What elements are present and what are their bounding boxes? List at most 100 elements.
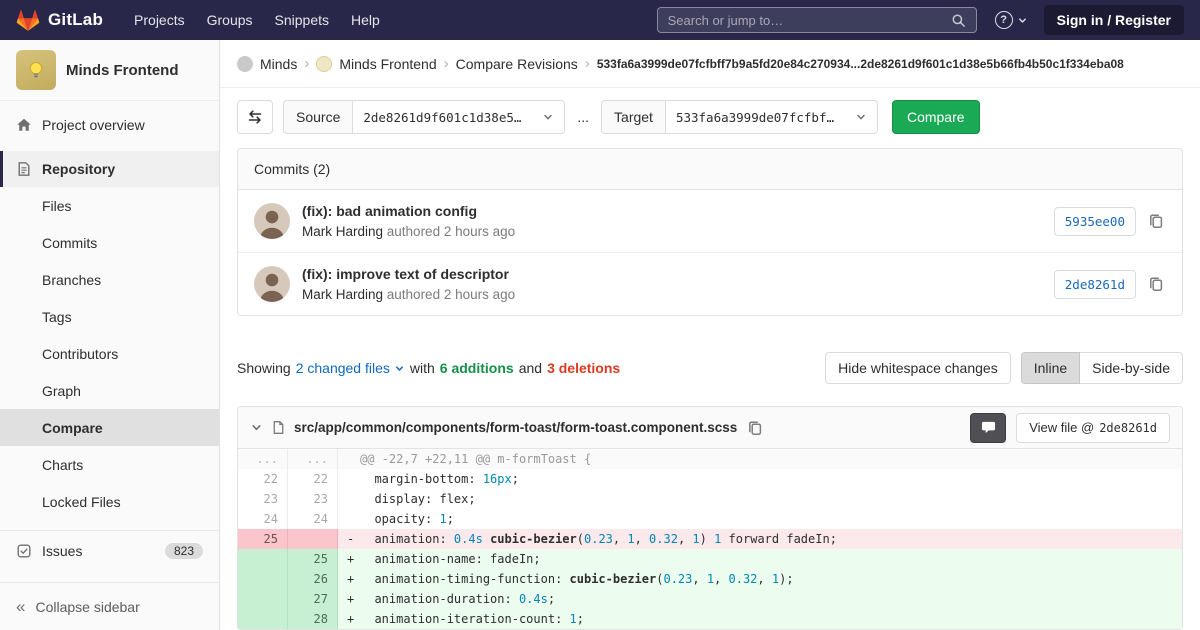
help-menu[interactable]: ? <box>995 11 1028 29</box>
copy-commit-sha-button[interactable] <box>1146 211 1166 231</box>
diff-line: 25+ animation-name: fadeIn; <box>238 549 1182 569</box>
commit-sha[interactable]: 2de8261d <box>1054 270 1136 299</box>
diff-new-line-number[interactable]: 24 <box>288 509 338 529</box>
breadcrumb-link-minds-frontend[interactable]: Minds Frontend <box>339 56 436 72</box>
code-token: cubic-bezier <box>570 572 657 586</box>
commits-list: (fix): bad animation configMark Harding … <box>238 190 1182 315</box>
code-token: animation-name: fadeIn; <box>360 552 541 566</box>
commit-title-link[interactable]: (fix): improve text of descriptor <box>302 266 515 282</box>
diff-line-code: animation-name: fadeIn; <box>360 552 541 566</box>
gitlab-home-link[interactable]: GitLab <box>16 9 103 32</box>
commit-actions: 5935ee00 <box>1054 207 1166 236</box>
swap-revisions-button[interactable] <box>237 100 273 134</box>
side-by-side-view-button[interactable]: Side-by-side <box>1080 352 1183 384</box>
diff-line: 2424 opacity: 1; <box>238 509 1182 529</box>
diff-old-line-number[interactable]: 25 <box>238 529 288 549</box>
copy-commit-sha-button[interactable] <box>1146 274 1166 294</box>
diff-new-line-number[interactable]: 27 <box>288 589 338 609</box>
compare-form: Source 2de8261d9f601c1d38e5… ... Target … <box>237 100 1183 134</box>
code-token: 16px <box>483 472 512 486</box>
document-icon <box>16 161 32 177</box>
collapse-diff-chevron-icon[interactable] <box>250 421 263 434</box>
code-token: , <box>613 532 627 546</box>
commit-title-link[interactable]: (fix): bad animation config <box>302 203 515 219</box>
lightbulb-icon <box>25 59 47 81</box>
nav-link-projects[interactable]: Projects <box>123 0 196 40</box>
commits-panel-header: Commits (2) <box>238 149 1182 190</box>
stats-with-label: with <box>410 360 435 376</box>
commit-sha[interactable]: 5935ee00 <box>1054 207 1136 236</box>
breadcrumb-link-compare-revisions[interactable]: Compare Revisions <box>456 56 578 72</box>
commit-author-link[interactable]: Mark Harding <box>302 287 383 302</box>
nav-link-help[interactable]: Help <box>340 0 391 40</box>
search-input[interactable] <box>668 13 951 28</box>
nav-link-groups[interactable]: Groups <box>196 0 264 40</box>
code-token: animation: <box>360 532 454 546</box>
commit-author-link[interactable]: Mark Harding <box>302 224 383 239</box>
breadcrumb: Minds›Minds Frontend›Compare Revisions› … <box>220 40 1200 88</box>
sidebar-item-project-overview[interactable]: Project overview <box>0 107 219 143</box>
project-name: Minds Frontend <box>66 62 179 79</box>
diff-line-content: + animation-iteration-count: 1; <box>338 609 1182 629</box>
code-token: cubic-bezier <box>490 532 577 546</box>
source-ref-dropdown[interactable]: 2de8261d9f601c1d38e5… <box>353 100 565 134</box>
sidebar-item-branches[interactable]: Branches <box>0 261 219 298</box>
changed-files-dropdown[interactable]: 2 changed files <box>296 360 405 376</box>
diff-line: 28+ animation-iteration-count: 1; <box>238 609 1182 629</box>
diff-old-line-number[interactable]: 22 <box>238 469 288 489</box>
changed-files-count: 2 changed files <box>296 360 390 376</box>
copy-file-path-button[interactable] <box>745 418 765 438</box>
diff-old-line-number[interactable]: 23 <box>238 489 288 509</box>
code-token: 1 <box>707 572 714 586</box>
collapse-sidebar-button[interactable]: « Collapse sidebar <box>0 582 219 630</box>
diff-new-line-number[interactable]: 26 <box>288 569 338 589</box>
navbar-links: ProjectsGroupsSnippetsHelp <box>123 0 391 40</box>
diff-line: 2222 margin-bottom: 16px; <box>238 469 1182 489</box>
diff-new-line-number[interactable]: 25 <box>288 549 338 569</box>
code-token: 1 <box>692 532 699 546</box>
diff-stats-text: Showing 2 changed files with 6 additions… <box>237 360 620 376</box>
code-token: 0.32 <box>649 532 678 546</box>
sidebar-item-issues[interactable]: Issues 823 <box>0 531 219 571</box>
issues-count-badge: 823 <box>165 543 203 559</box>
sidebar-item-charts[interactable]: Charts <box>0 446 219 483</box>
diff-new-line-number[interactable]: 22 <box>288 469 338 489</box>
nav-link-snippets[interactable]: Snippets <box>264 0 340 40</box>
target-ref-dropdown[interactable]: 533fa6a3999de07fcfbf… <box>666 100 878 134</box>
sidebar-item-repository[interactable]: Repository <box>0 151 219 187</box>
sidebar-item-compare[interactable]: Compare <box>0 409 219 446</box>
hide-whitespace-button[interactable]: Hide whitespace changes <box>825 352 1011 384</box>
toggle-comments-button[interactable] <box>970 413 1006 443</box>
diff-new-line-number[interactable]: 28 <box>288 609 338 629</box>
diff-new-line-number[interactable]: 23 <box>288 489 338 509</box>
sidebar-item-tags[interactable]: Tags <box>0 298 219 335</box>
diff-stats-bar: Showing 2 changed files with 6 additions… <box>237 352 1183 384</box>
diff-line: 27+ animation-duration: 0.4s; <box>238 589 1182 609</box>
diff-file-path[interactable]: src/app/common/components/form-toast/for… <box>294 420 737 435</box>
breadcrumb-link-minds[interactable]: Minds <box>260 56 297 72</box>
sidebar-item-commits[interactable]: Commits <box>0 224 219 261</box>
project-header[interactable]: Minds Frontend <box>0 40 219 101</box>
diff-line-content: + animation-name: fadeIn; <box>338 549 1182 569</box>
repository-subnav: FilesCommitsBranchesTagsContributorsGrap… <box>0 187 219 520</box>
sidebar-item-contributors[interactable]: Contributors <box>0 335 219 372</box>
compare-button[interactable]: Compare <box>892 100 980 134</box>
view-file-button[interactable]: View file @ 2de8261d <box>1016 413 1170 443</box>
chevron-down-icon <box>1017 15 1028 26</box>
project-sidebar: Minds Frontend Project overview Reposito… <box>0 40 220 630</box>
diff-line-content: + animation-duration: 0.4s; <box>338 589 1182 609</box>
sign-in-register-button[interactable]: Sign in / Register <box>1044 5 1184 35</box>
chevron-down-icon <box>542 111 554 123</box>
sidebar-item-graph[interactable]: Graph <box>0 372 219 409</box>
diff-old-line-number[interactable]: 24 <box>238 509 288 529</box>
sidebar-item-locked-files[interactable]: Locked Files <box>0 483 219 520</box>
code-token: forward fadeIn; <box>721 532 837 546</box>
diff-line-code: margin-bottom: 16px; <box>360 472 519 486</box>
inline-view-button[interactable]: Inline <box>1021 352 1080 384</box>
sidebar-item-label: Repository <box>42 161 115 177</box>
sidebar-item-files[interactable]: Files <box>0 187 219 224</box>
code-token: @@ -22,7 +22,11 @@ m-formToast { <box>360 452 591 466</box>
breadcrumb-separator: › <box>585 55 590 72</box>
search-box[interactable] <box>657 7 977 33</box>
commit-author-avatar <box>254 203 290 239</box>
